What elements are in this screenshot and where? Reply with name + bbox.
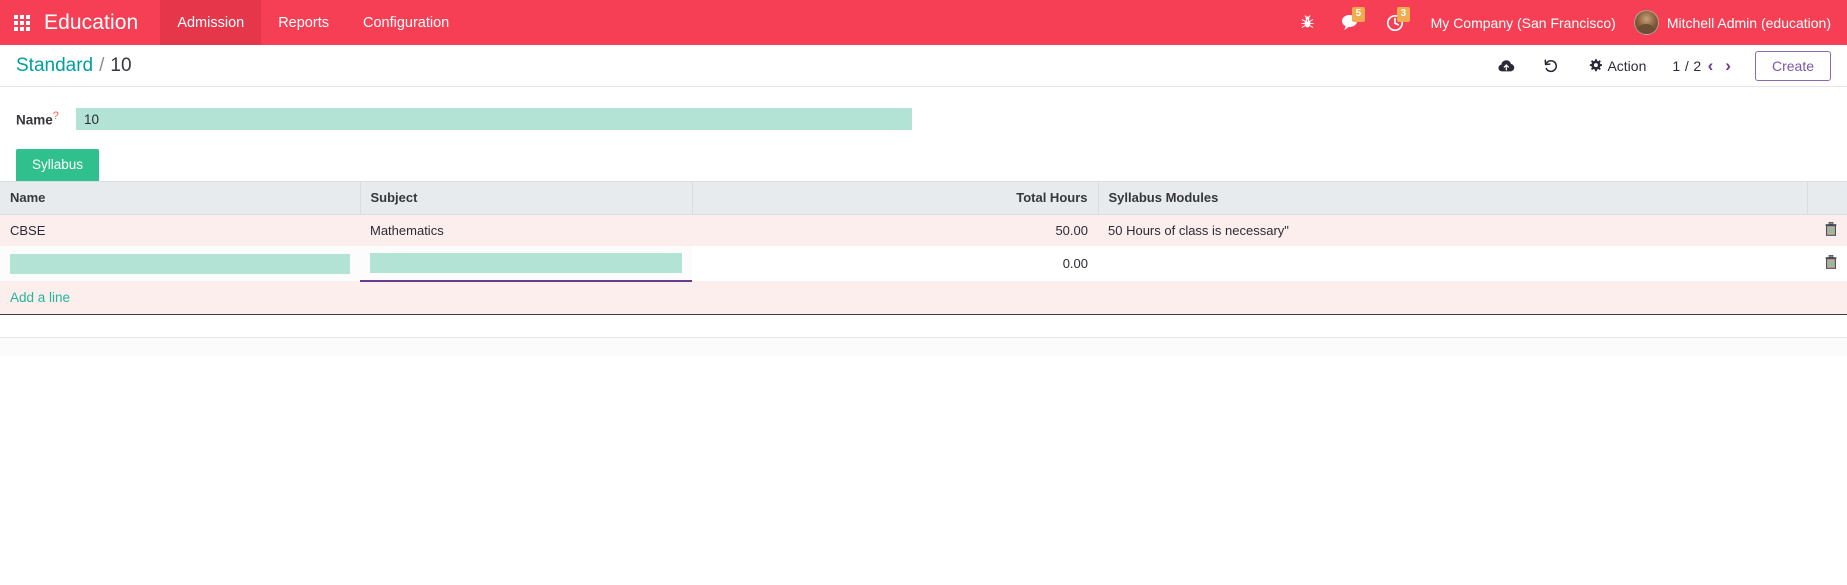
messaging-badge: 5 (1351, 7, 1366, 22)
cell-name-edit (0, 246, 360, 281)
save-record-button[interactable] (1484, 51, 1529, 81)
user-menu[interactable]: Mitchell Admin (education) (1630, 10, 1831, 35)
action-menu-button[interactable]: Action (1573, 58, 1658, 74)
cell-total-hours[interactable]: 50.00 (692, 215, 1098, 247)
create-button[interactable]: Create (1754, 50, 1831, 81)
cell-syllabus-modules-edit[interactable] (1098, 246, 1807, 282)
record-pager: 1 / 2 ‹ › (1672, 57, 1737, 74)
syllabus-table: Name Subject Total Hours Syllabus Module… (0, 181, 1847, 316)
cell-total-hours-edit[interactable]: 0.00 (692, 246, 1098, 282)
user-avatar (1633, 10, 1659, 35)
tab-syllabus[interactable]: Syllabus (16, 149, 100, 181)
control-panel: Standard / 10 Action 1 / 2 ‹ › Create (0, 45, 1847, 87)
menu-item-reports[interactable]: Reports (261, 0, 346, 45)
apps-menu-button[interactable] (0, 0, 40, 45)
cell-name[interactable]: CBSE (0, 215, 360, 247)
chevron-left-icon[interactable]: ‹ (1702, 57, 1720, 74)
gear-icon (1590, 59, 1603, 72)
top-navbar: Education Admission Reports Configuratio… (0, 0, 1847, 45)
table-row-editing[interactable]: 0.00 (0, 246, 1847, 283)
menu-item-admission[interactable]: Admission (160, 0, 262, 45)
form-sheet: Name? Syllabus Name Subject (0, 87, 1847, 339)
navbar-right-group: 5 3 My Company (San Francisco) Mitchell … (1287, 0, 1847, 45)
notebook-tabs: Syllabus (0, 149, 1847, 181)
breadcrumb-root-standard[interactable]: Standard (16, 55, 93, 77)
name-input[interactable] (76, 108, 912, 130)
add-line-cell: Add a line (0, 281, 1847, 316)
bug-icon (1300, 15, 1314, 28)
discard-changes-button[interactable] (1529, 51, 1573, 81)
required-marker: ? (52, 110, 59, 123)
breadcrumb-current: 10 (110, 54, 132, 76)
control-panel-actions: Action 1 / 2 ‹ › Create (1484, 50, 1831, 81)
name-field-row: Name? (0, 87, 1847, 133)
notebook: Syllabus Name Subject Total Hours Syllab… (0, 149, 1847, 316)
form-sheet-wrapper: Name? Syllabus Name Subject (0, 87, 1847, 357)
breadcrumb-separator: / (99, 54, 105, 76)
debug-bug-button[interactable] (1287, 0, 1328, 45)
main-menu: Admission Reports Configuration (160, 0, 466, 45)
brand-education[interactable]: Education (40, 0, 160, 45)
row-name-input[interactable] (10, 253, 350, 274)
sheet-footer-spacer (0, 338, 1847, 357)
add-a-line-button[interactable]: Add a line (10, 290, 70, 305)
company-switcher[interactable]: My Company (San Francisco) (1417, 15, 1630, 31)
column-header-actions (1807, 181, 1847, 215)
trash-icon[interactable] (1825, 222, 1837, 239)
grid-apps-icon (14, 14, 30, 31)
cell-subject[interactable]: Mathematics (360, 215, 692, 247)
pager-value: 1 / 2 (1672, 57, 1702, 74)
name-label-text: Name (16, 112, 53, 128)
add-line-row: Add a line (0, 281, 1847, 316)
name-field-label: Name? (16, 110, 64, 128)
user-name-label: Mitchell Admin (education) (1666, 14, 1831, 31)
activities-button[interactable]: 3 (1373, 0, 1417, 45)
cell-syllabus-modules[interactable]: 50 Hours of class is necessary" (1098, 215, 1807, 247)
breadcrumb: Standard / 10 (16, 55, 132, 77)
page-background (0, 356, 1847, 577)
cell-delete (1807, 215, 1847, 247)
column-header-subject[interactable]: Subject (360, 181, 693, 215)
row-subject-input[interactable] (370, 253, 682, 274)
menu-item-configuration[interactable]: Configuration (346, 0, 466, 45)
cell-subject-edit (360, 246, 692, 283)
table-row[interactable]: CBSE Mathematics 50.00 50 Hours of class… (0, 214, 1847, 247)
table-header-row: Name Subject Total Hours Syllabus Module… (0, 181, 1847, 215)
column-header-name[interactable]: Name (0, 181, 361, 215)
column-header-syllabus-modules[interactable]: Syllabus Modules (1098, 181, 1808, 215)
cloud-upload-save-icon (1498, 59, 1515, 71)
undo-discard-icon (1544, 59, 1558, 72)
trash-icon[interactable] (1825, 255, 1837, 272)
chevron-right-icon[interactable]: › (1719, 57, 1737, 74)
activities-badge: 3 (1396, 7, 1411, 22)
column-header-total-hours[interactable]: Total Hours (692, 181, 1099, 215)
messaging-button[interactable]: 5 (1328, 0, 1373, 45)
cell-delete-edit (1807, 246, 1847, 282)
action-label: Action (1607, 57, 1647, 74)
